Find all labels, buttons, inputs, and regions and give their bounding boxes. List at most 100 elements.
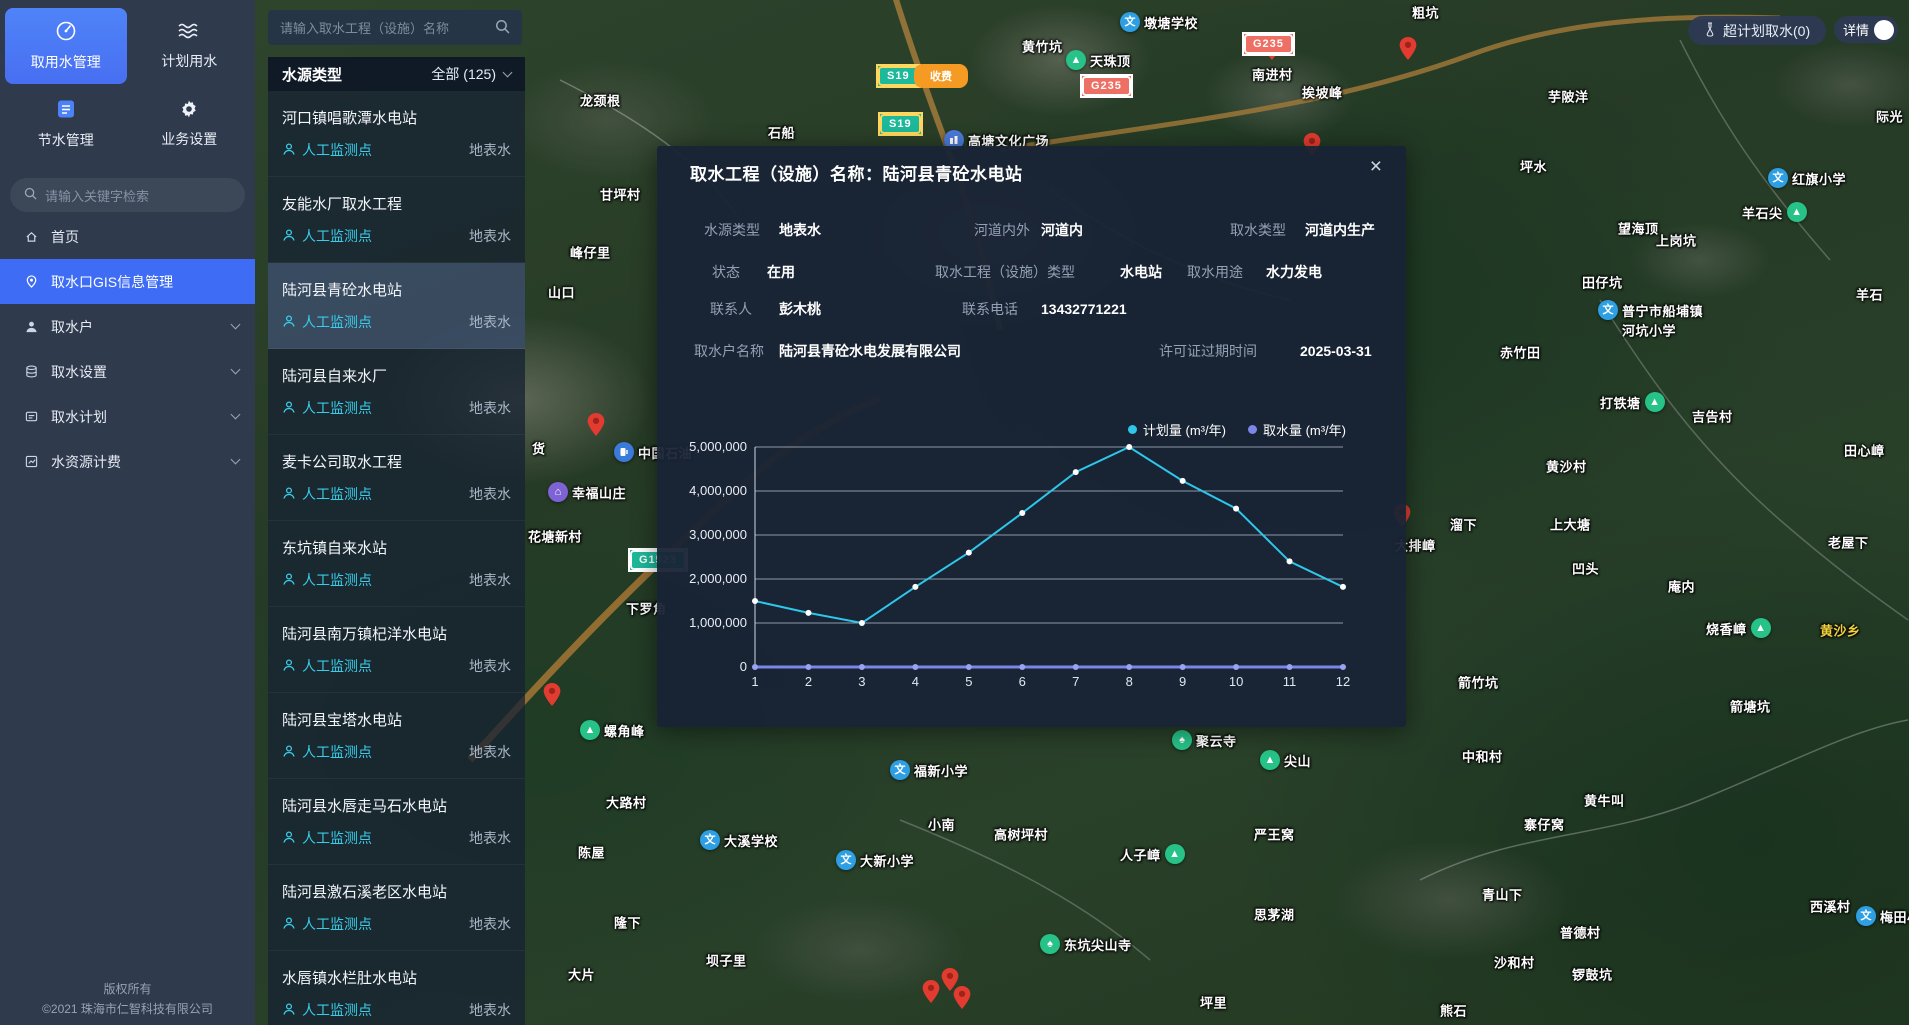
gas-icon bbox=[614, 442, 634, 462]
school-icon: 文 bbox=[836, 850, 856, 870]
map-text-marker: 坝子里 bbox=[706, 951, 747, 970]
map-mountain-marker: ▲螺角峰 bbox=[580, 720, 645, 740]
station-name: 陆河县自来水厂 bbox=[282, 365, 511, 386]
map-label: 打铁塘 bbox=[1600, 393, 1641, 412]
station-list-item[interactable]: 陆河县宝塔水电站人工监测点地表水 bbox=[268, 693, 525, 779]
map-text-marker: 坪水 bbox=[1520, 157, 1547, 176]
map-text-marker: 石船 bbox=[768, 123, 795, 142]
map-text-marker: 普德村 bbox=[1560, 923, 1601, 942]
map-pin-marker[interactable] bbox=[954, 986, 971, 1009]
app-switcher: 取用水管理 计划用水 节水管理 业务设置 bbox=[5, 8, 250, 162]
person-icon bbox=[282, 142, 296, 159]
station-list-item[interactable]: 陆河县南万镇杞洋水电站人工监测点地表水 bbox=[268, 607, 525, 693]
app-tile-label: 取用水管理 bbox=[31, 52, 101, 72]
map-text-marker: 挨坡峰 bbox=[1302, 83, 1343, 102]
map-label: 望海顶 bbox=[1618, 219, 1659, 238]
map-school-marker: 文福新小学 bbox=[890, 760, 968, 780]
map-text-marker: 思茅湖 bbox=[1254, 905, 1295, 924]
water-source-type: 地表水 bbox=[469, 140, 511, 160]
toggle-knob[interactable] bbox=[1874, 20, 1894, 40]
station-list-item[interactable]: 麦卡公司取水工程人工监测点地表水 bbox=[268, 435, 525, 521]
sidebar-item-label: 取水设置 bbox=[51, 362, 220, 382]
sidebar-item-db[interactable]: 取水设置 bbox=[0, 349, 255, 394]
field-value: 陆河县青砼水电发展有限公司 bbox=[779, 341, 961, 361]
sidebar-item-label: 水资源计费 bbox=[51, 452, 220, 472]
map-label: 聚云寺 bbox=[1196, 731, 1237, 750]
map-label: 吉告村 bbox=[1692, 407, 1733, 426]
sidebar-item-plan[interactable]: 取水计划 bbox=[0, 394, 255, 439]
sidebar-item-billing[interactable]: 水资源计费 bbox=[0, 439, 255, 484]
station-list-item[interactable]: 水唇镇水栏肚水电站人工监测点地表水 bbox=[268, 951, 525, 1025]
app-tile-settings[interactable]: 业务设置 bbox=[129, 86, 251, 162]
map-pin-marker[interactable] bbox=[544, 683, 561, 706]
school-icon: 文 bbox=[1856, 906, 1876, 926]
app-tile-label: 业务设置 bbox=[161, 129, 217, 149]
map-label: 南进村 bbox=[1252, 65, 1293, 84]
station-list-item[interactable]: 陆河县自来水厂人工监测点地表水 bbox=[268, 349, 525, 435]
station-list-item[interactable]: 陆河县青砼水电站人工监测点地表水 bbox=[268, 263, 525, 349]
person-icon bbox=[282, 744, 296, 761]
app-tile-water-saving[interactable]: 节水管理 bbox=[5, 86, 127, 162]
map-label: 龙颈根 bbox=[580, 91, 621, 110]
filter-value-dropdown[interactable]: 全部 (125) bbox=[431, 64, 511, 84]
svg-text:8: 8 bbox=[1126, 674, 1133, 689]
map-school-marker: 文普宁市船埔镇 bbox=[1598, 300, 1703, 320]
chevron-down-icon bbox=[231, 320, 241, 330]
station-list-item[interactable]: 陆河县激石溪老区水电站人工监测点地表水 bbox=[268, 865, 525, 951]
water-source-type: 地表水 bbox=[469, 484, 511, 504]
close-icon[interactable]: × bbox=[1370, 156, 1382, 177]
flask-icon bbox=[1704, 22, 1716, 40]
map-text-marker: 上岗坑 bbox=[1656, 231, 1697, 250]
svg-text:7: 7 bbox=[1072, 674, 1079, 689]
sidebar-search-input[interactable]: 请输入关键字检索 bbox=[10, 178, 245, 212]
map-pin-marker[interactable] bbox=[1400, 37, 1417, 60]
search-icon[interactable] bbox=[495, 19, 510, 37]
sidebar-item-user[interactable]: 取水户 bbox=[0, 304, 255, 349]
station-name: 水唇镇水栏肚水电站 bbox=[282, 967, 511, 988]
station-list-item[interactable]: 陆河县水唇走马石水电站人工监测点地表水 bbox=[268, 779, 525, 865]
map-label: 际光 bbox=[1876, 107, 1903, 126]
sidebar-item-label: 首页 bbox=[51, 227, 239, 247]
field-label: 取水用途 bbox=[1187, 262, 1243, 282]
over-plan-intake-button[interactable]: 超计划取水(0) bbox=[1688, 16, 1826, 45]
billing-icon bbox=[24, 455, 39, 468]
map-pin-marker[interactable] bbox=[588, 413, 605, 436]
sidebar-item-label: 取水计划 bbox=[51, 407, 220, 427]
station-list-item[interactable]: 东坑镇自来水站人工监测点地表水 bbox=[268, 521, 525, 607]
map-mountain-marker: 烧香嶂▲ bbox=[1706, 618, 1771, 638]
station-detail-modal: 取水工程（设施）名称：陆河县青砼水电站 × 水源类型 地表水 河道内外 河道内 … bbox=[657, 146, 1406, 727]
detail-toggle[interactable]: 详情 bbox=[1834, 16, 1898, 43]
map-label: 凹头 bbox=[1572, 559, 1599, 578]
field-value: 13432771221 bbox=[1041, 299, 1127, 319]
station-name: 陆河县水唇走马石水电站 bbox=[282, 795, 511, 816]
map-text-marker: 货 bbox=[532, 439, 546, 458]
station-list-item[interactable]: 友能水厂取水工程人工监测点地表水 bbox=[268, 177, 525, 263]
field-value: 地表水 bbox=[779, 220, 821, 240]
map-text-marker: 熊石 bbox=[1440, 1001, 1467, 1020]
app-tile-water-intake[interactable]: 取用水管理 bbox=[5, 8, 127, 84]
map-label: 芋陂洋 bbox=[1548, 87, 1589, 106]
sidebar-menu: 首页取水口GIS信息管理取水户取水设置取水计划水资源计费 bbox=[0, 214, 255, 484]
mountain-icon: ▲ bbox=[580, 720, 600, 740]
svg-text:10: 10 bbox=[1229, 674, 1243, 689]
person-icon bbox=[282, 314, 296, 331]
map-label: 西溪村 bbox=[1810, 897, 1851, 916]
map-text-marker: 黄竹坑 bbox=[1022, 37, 1063, 56]
sidebar-item-label: 取水户 bbox=[51, 317, 220, 337]
map-label: 幸福山庄 bbox=[572, 483, 626, 502]
map-pin-marker[interactable] bbox=[923, 980, 940, 1003]
station-search-input[interactable]: 请输入取水工程（设施）名称 bbox=[268, 10, 522, 45]
map-text-marker: 粗坑 bbox=[1412, 3, 1439, 22]
map-label: 墩塘学校 bbox=[1144, 13, 1198, 32]
monitor-type: 人工监测点 bbox=[282, 1000, 372, 1020]
map-label: 中和村 bbox=[1462, 747, 1503, 766]
person-icon bbox=[282, 1002, 296, 1019]
app-tile-planned-water[interactable]: 计划用水 bbox=[129, 8, 251, 84]
filter-value: 全部 (125) bbox=[431, 64, 496, 84]
school-icon: 文 bbox=[1120, 12, 1140, 32]
sidebar-item-home[interactable]: 首页 bbox=[0, 214, 255, 259]
sidebar-item-pin[interactable]: 取水口GIS信息管理 bbox=[0, 259, 255, 304]
map-label: 羊石尖 bbox=[1742, 203, 1783, 222]
svg-text:9: 9 bbox=[1179, 674, 1186, 689]
station-list-item[interactable]: 河口镇唱歌潭水电站人工监测点地表水 bbox=[268, 91, 525, 177]
